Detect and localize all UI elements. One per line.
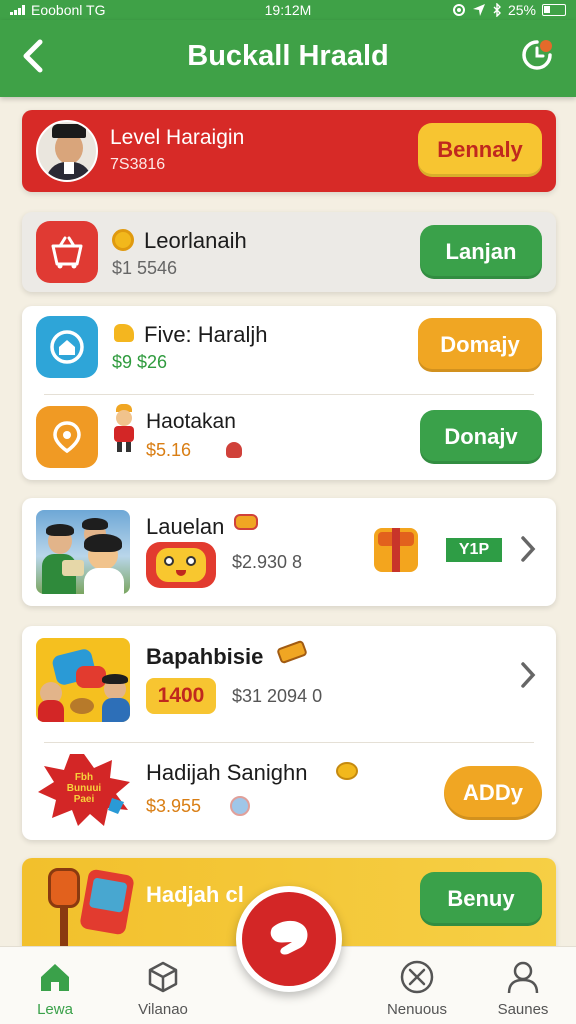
nav-label-home: Lewa [37,1001,73,1018]
mascot-icon [146,542,216,588]
battery-icon [542,4,566,16]
character-icon [112,404,136,454]
items-card: Five: Haraljh $9 $26 Domajy Haotakan $5.… [22,306,556,480]
profile-points: 7S3816 [110,156,166,173]
list-item[interactable]: Five: Haraljh $9 $26 Domajy [22,306,556,392]
donajv-button[interactable]: Donajv [420,410,542,464]
bluetooth-icon [493,3,501,17]
fan-icon [42,868,82,948]
status-bar: Eoobonl TG 19:12M 25% [0,0,576,20]
user-icon [507,961,539,994]
feature-title: Lauelan [146,514,225,539]
vip-tag: Y1P [446,538,502,562]
item-price-2: $9 $26 [112,352,168,372]
bundle-image [36,638,130,722]
item-title-1: Leorlanaih [144,228,247,253]
bundle-item1-price: $31 2094 0 [232,686,323,706]
bundle-badge: 1400 [146,678,216,714]
app-header: Buckall Hraald [0,20,576,97]
cube-icon [148,961,178,993]
chevron-right-icon[interactable] [518,534,542,568]
item-icon-2 [36,316,98,378]
bennaly-button[interactable]: Bennaly [418,123,542,177]
bundle-item2-price: $3.955 [146,796,202,816]
toy-icon [230,796,250,816]
cake-icon [226,442,242,458]
bundle-item1-title: Bapahbisie [146,644,264,669]
promo-title: Hadjah cl [146,882,244,907]
addy-button[interactable]: ADDy [444,766,542,820]
carrier-label: Eoobonl TG [31,2,106,18]
close-circle-icon [400,960,434,994]
center-action-button[interactable] [236,886,342,992]
item-price-1: $1 5546 [112,258,178,278]
treat-icon [234,514,258,530]
item-card-1: Leorlanaih $1 5546 Lanjan [22,212,556,292]
profile-name: Level Haraigin [110,126,245,149]
item-icon-1 [36,221,98,283]
coin-icon [336,762,358,780]
nav-item-saunes[interactable]: Saunes [468,947,576,1024]
nav-label-saunes: Saunes [497,1001,549,1018]
benuy-button[interactable]: Benuy [420,872,542,926]
coin-icon [112,229,134,251]
gift-tag-icon [79,868,135,936]
chevron-right-icon[interactable] [518,660,542,694]
nav-item-nenuous[interactable]: Nenuous [362,947,472,1024]
lanjan-button[interactable]: Lanjan [420,225,542,279]
avatar [36,120,98,182]
signal-icon [10,5,25,15]
nav-label-vilanao: Vilanao [138,1001,188,1018]
burst-text: Fbh Bunuui Paei [66,772,102,805]
page-title: Buckall Hraald [187,40,389,72]
nav-item-home[interactable]: Lewa [0,947,110,1024]
location-arrow-icon [472,4,485,16]
nav-item-vilanao[interactable]: Vilanao [108,947,218,1024]
snack-icon [276,639,308,665]
feature-card[interactable]: Lauelan $2.930 8 Y1P [22,498,556,606]
refresh-button[interactable] [520,38,554,72]
refresh-badge-icon [522,40,552,70]
bundle-item2-title: Hadijah Sanighn [146,760,308,785]
feature-price: $2.930 8 [232,552,303,572]
list-item[interactable]: Haotakan $5.16 Donajv [22,394,556,480]
home-icon [41,964,69,991]
alarm-icon [452,4,465,16]
gift-box-icon [374,528,418,572]
home-camera-icon [50,330,84,364]
item-price-3: $5.16 [146,440,192,460]
nav-label-nenuous: Nenuous [386,1001,448,1018]
hand-icon [114,324,134,342]
profile-card: Level Haraigin 7S3816 Bennaly [22,110,556,192]
list-item[interactable]: Bapahbisie 1400 $31 2094 0 [22,626,556,740]
item-title-2: Five: Haraljh [144,322,268,347]
item-title-3: Haotakan [146,410,236,433]
hand-wave-icon [270,920,308,955]
list-item[interactable]: Fbh Bunuui Paei Hadijah Sanighn $3.955 A… [22,742,556,840]
family-photo [36,510,130,594]
burst-badge-icon: Fbh Bunuui Paei [34,752,134,828]
location-pin-icon [53,421,81,454]
domajy-button[interactable]: Domajy [418,318,542,372]
bundle-card: Bapahbisie 1400 $31 2094 0 Fbh Bunuui Pa… [22,626,556,840]
shopping-basket-icon [51,236,83,269]
battery-percent: 25% [507,2,536,18]
item-icon-3 [36,406,98,468]
